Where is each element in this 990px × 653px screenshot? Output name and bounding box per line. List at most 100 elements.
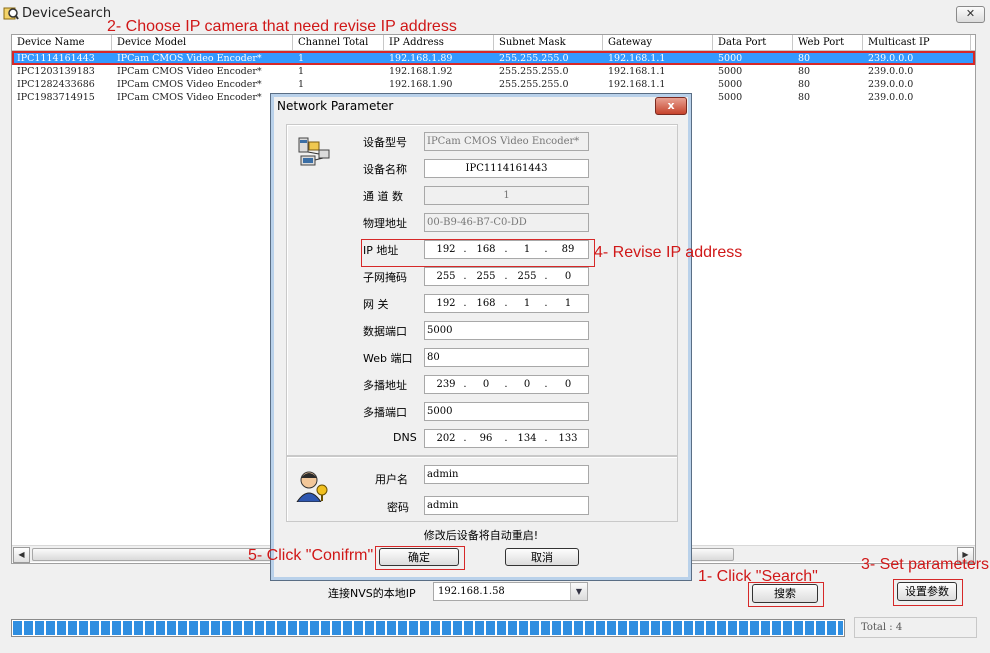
ip-dot: . — [504, 433, 508, 444]
data-port-field[interactable]: 5000 — [424, 321, 589, 340]
label-password: 密码 — [387, 501, 409, 514]
label-data-port: 数据端口 — [363, 325, 407, 338]
column-ip-address[interactable]: IP Address — [384, 35, 494, 50]
gateway-octet-4[interactable]: 1 — [553, 295, 583, 312]
cell-web-port: 80 — [798, 92, 811, 103]
mask-octet-4[interactable]: 0 — [553, 268, 583, 285]
ip-dot: . — [504, 379, 508, 390]
label-device-name: 设备名称 — [363, 163, 407, 176]
selected-row-highlight — [12, 51, 975, 65]
gateway-octet-3[interactable]: 1 — [512, 295, 542, 312]
device-name-field[interactable]: IPC1114161443 — [424, 159, 589, 178]
label-mac-address: 物理地址 — [363, 217, 407, 230]
cell-gateway: 192.168.1.1 — [608, 66, 666, 77]
cell-data-port: 5000 — [718, 92, 743, 103]
cell-device-name: IPC1983714915 — [17, 92, 95, 103]
column-device-model[interactable]: Device Model — [112, 35, 293, 50]
cell-web-port: 80 — [798, 66, 811, 77]
column-channel-total[interactable]: Channel Total — [293, 35, 384, 50]
column-multicast-ip[interactable]: Multicast IP — [863, 35, 971, 50]
cell-subnet-mask: 255.255.255.0 — [499, 79, 569, 90]
window-title: DeviceSearch — [22, 6, 112, 21]
column-web-port[interactable]: Web Port — [793, 35, 863, 50]
table-row[interactable]: IPC1203139183 IPCam CMOS Video Encoder* … — [12, 65, 975, 78]
label-gateway: 网 关 — [363, 298, 389, 311]
annotation-step4: 4- Revise IP address — [594, 244, 743, 261]
annotation-step5: 5- Click "Conifrm" — [248, 547, 374, 564]
device-model-field: IPCam CMOS Video Encoder* — [424, 132, 589, 151]
label-multicast-port: 多播端口 — [363, 406, 407, 419]
cancel-button[interactable]: 取消 — [505, 548, 579, 566]
user-key-icon — [296, 471, 328, 502]
total-count: Total : 4 — [854, 617, 977, 638]
cell-device-model: IPCam CMOS Video Encoder* — [117, 66, 262, 77]
mask-octet-2[interactable]: 255 — [471, 268, 501, 285]
column-device-name[interactable]: Device Name — [12, 35, 112, 50]
gateway-octet-2[interactable]: 168 — [471, 295, 501, 312]
confirm-button[interactable]: 确定 — [379, 548, 459, 566]
password-field[interactable]: admin — [424, 496, 589, 515]
multicast-octet-2[interactable]: 0 — [471, 376, 501, 393]
mask-octet-1[interactable]: 255 — [431, 268, 461, 285]
local-ip-value: 192.168.1.58 — [438, 586, 505, 597]
local-ip-select[interactable]: 192.168.1.58 ▼ — [433, 582, 588, 601]
multicast-address-field[interactable]: 239 . 0 . 0 . 0 — [424, 375, 589, 394]
dns-field[interactable]: 202 . 96 . 134 . 133 — [424, 429, 589, 448]
dns-octet-3[interactable]: 134 — [512, 430, 542, 447]
cell-gateway: 192.168.1.1 — [608, 79, 666, 90]
dialog-close-button[interactable]: x — [655, 97, 687, 115]
column-subnet-mask[interactable]: Subnet Mask — [494, 35, 603, 50]
ip-dot: . — [504, 271, 508, 282]
cell-channel-total: 1 — [298, 79, 305, 90]
progress-fill — [13, 621, 843, 635]
web-port-field[interactable]: 80 — [424, 348, 589, 367]
gateway-field[interactable]: 192 . 168 . 1 . 1 — [424, 294, 589, 313]
chevron-down-icon[interactable]: ▼ — [570, 583, 587, 600]
mask-octet-3[interactable]: 255 — [512, 268, 542, 285]
multicast-octet-3[interactable]: 0 — [512, 376, 542, 393]
label-channel-count: 通 道 数 — [363, 190, 403, 203]
ip-dot: . — [463, 298, 467, 309]
column-data-port[interactable]: Data Port — [713, 35, 793, 50]
dns-octet-4[interactable]: 133 — [553, 430, 583, 447]
label-username: 用户名 — [375, 473, 408, 486]
label-subnet-mask: 子网掩码 — [363, 271, 407, 284]
cell-device-model: IPCam CMOS Video Encoder* — [117, 79, 262, 90]
ip-dot: . — [544, 298, 548, 309]
cell-ip-address: 192.168.1.92 — [389, 66, 453, 77]
ip-address-highlight — [361, 239, 595, 267]
dns-octet-1[interactable]: 202 — [431, 430, 461, 447]
set-params-button[interactable]: 设置参数 — [897, 582, 957, 601]
cell-device-name: IPC1282433686 — [17, 79, 95, 90]
table-row[interactable]: IPC1282433686 IPCam CMOS Video Encoder* … — [12, 78, 975, 91]
app-icon — [3, 7, 19, 20]
dns-octet-2[interactable]: 96 — [471, 430, 501, 447]
cell-multicast-ip: 239.0.0.0 — [868, 66, 914, 77]
gateway-octet-1[interactable]: 192 — [431, 295, 461, 312]
window-close-button[interactable]: ✕ — [956, 6, 985, 23]
network-computers-icon — [298, 137, 330, 166]
ip-dot: . — [544, 433, 548, 444]
dialog-title: Network Parameter — [277, 99, 394, 113]
label-web-port: Web 端口 — [363, 352, 413, 365]
cell-multicast-ip: 239.0.0.0 — [868, 92, 914, 103]
multicast-octet-4[interactable]: 0 — [553, 376, 583, 393]
search-button[interactable]: 搜索 — [752, 584, 818, 603]
label-multicast-address: 多播地址 — [363, 379, 407, 392]
mac-address-field: 00-B9-46-B7-C0-DD — [424, 213, 589, 232]
cell-device-name: IPC1203139183 — [17, 66, 95, 77]
label-dns: DNS — [393, 431, 417, 444]
ip-dot: . — [504, 298, 508, 309]
cell-channel-total: 1 — [298, 66, 305, 77]
restart-notice: 修改后设备将自动重启! — [423, 529, 539, 542]
cell-data-port: 5000 — [718, 66, 743, 77]
channel-count-field: 1 — [424, 186, 589, 205]
annotation-step3: 3- Set parameters — [861, 556, 990, 573]
multicast-port-field[interactable]: 5000 — [424, 402, 589, 421]
multicast-octet-1[interactable]: 239 — [431, 376, 461, 393]
subnet-mask-field[interactable]: 255 . 255 . 255 . 0 — [424, 267, 589, 286]
username-field[interactable]: admin — [424, 465, 589, 484]
column-gateway[interactable]: Gateway — [603, 35, 713, 50]
scroll-left-icon[interactable]: ◀ — [13, 547, 30, 563]
cell-web-port: 80 — [798, 79, 811, 90]
